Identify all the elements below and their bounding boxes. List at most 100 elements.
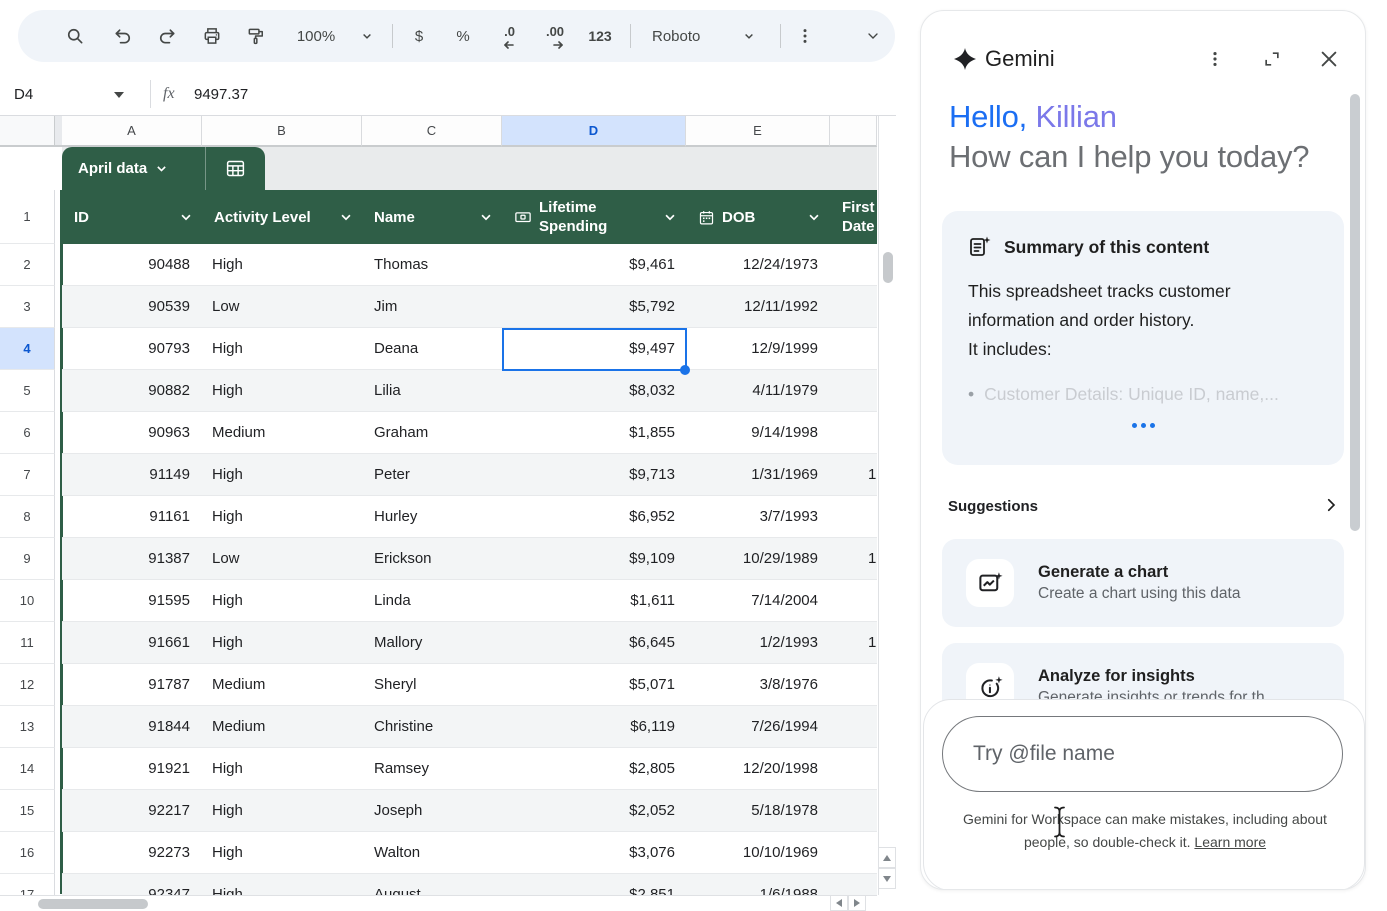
cell-spending[interactable]: $6,119 <box>502 706 686 748</box>
cell-activity[interactable]: High <box>202 328 362 370</box>
cell-dob[interactable]: 12/11/1992 <box>686 286 830 328</box>
cell-dob[interactable]: 4/11/1979 <box>686 370 830 412</box>
cell-dob[interactable]: 10/29/1989 <box>686 538 830 580</box>
search-icon[interactable] <box>64 10 86 62</box>
cell-activity[interactable]: High <box>202 454 362 496</box>
cell-activity[interactable]: High <box>202 244 362 286</box>
row-header-6[interactable]: 6 <box>0 412 55 454</box>
row-header-3[interactable]: 3 <box>0 286 55 328</box>
cell-name[interactable]: Lilia <box>362 370 502 412</box>
cell-name[interactable]: Graham <box>362 412 502 454</box>
table-tab-caret-icon[interactable] <box>155 162 168 175</box>
cell-id[interactable]: 91844 <box>62 706 202 748</box>
cell-first[interactable]: 1 <box>830 622 877 664</box>
cell-id[interactable]: 91921 <box>62 748 202 790</box>
paint-format-icon[interactable] <box>245 10 267 62</box>
suggestion-card-generate-a-chart[interactable]: Generate a chart Create a chart using thi… <box>942 539 1344 627</box>
cell-dob[interactable]: 10/10/1969 <box>686 832 830 874</box>
vertical-scrollbar-thumb[interactable] <box>883 252 893 283</box>
cell-id[interactable]: 90882 <box>62 370 202 412</box>
select-all-corner[interactable] <box>0 116 55 147</box>
row-header-14[interactable]: 14 <box>0 748 55 790</box>
cell-dob[interactable]: 3/8/1976 <box>686 664 830 706</box>
redo-icon[interactable] <box>156 10 178 62</box>
cell-dob[interactable]: 12/9/1999 <box>686 328 830 370</box>
row-header-10[interactable]: 10 <box>0 580 55 622</box>
decrease-decimal-button[interactable]: .0 <box>494 10 520 62</box>
cell-first[interactable] <box>830 874 877 895</box>
cell-first[interactable] <box>830 832 877 874</box>
cell-spending[interactable]: $6,952 <box>502 496 686 538</box>
number-format-button[interactable]: 123 <box>584 10 616 62</box>
cell-first[interactable] <box>830 244 877 286</box>
cell-activity[interactable]: High <box>202 874 362 895</box>
cell-id[interactable]: 91661 <box>62 622 202 664</box>
cell-spending[interactable]: $9,461 <box>502 244 686 286</box>
cell-id[interactable]: 92347 <box>62 874 202 895</box>
fill-handle[interactable] <box>680 365 690 375</box>
cell-activity[interactable]: High <box>202 496 362 538</box>
cell-id[interactable]: 91387 <box>62 538 202 580</box>
cell-first[interactable] <box>830 580 877 622</box>
cell-dob[interactable]: 1/6/1988 <box>686 874 830 895</box>
cell-activity[interactable]: High <box>202 370 362 412</box>
cell-dob[interactable]: 12/20/1998 <box>686 748 830 790</box>
cell-first[interactable] <box>830 286 877 328</box>
cell-name[interactable]: Hurley <box>362 496 502 538</box>
row-header-11[interactable]: 11 <box>0 622 55 664</box>
cell-id[interactable]: 90539 <box>62 286 202 328</box>
cell-activity[interactable]: High <box>202 748 362 790</box>
font-select[interactable]: Roboto <box>652 10 718 62</box>
cell-name[interactable]: Thomas <box>362 244 502 286</box>
cell-spending[interactable]: $3,076 <box>502 832 686 874</box>
cell-id[interactable]: 90963 <box>62 412 202 454</box>
zoom-caret-icon[interactable] <box>358 10 376 62</box>
table-column-header[interactable]: First Date <box>830 190 877 244</box>
cell-spending[interactable]: $2,805 <box>502 748 686 790</box>
cell-first[interactable] <box>830 412 877 454</box>
row-header-1[interactable]: 1 <box>0 190 55 244</box>
cell-dob[interactable]: 7/26/1994 <box>686 706 830 748</box>
table-column-header[interactable]: Activity Level <box>202 190 362 244</box>
zoom-select[interactable]: 100% <box>286 10 346 62</box>
name-box[interactable]: D4 <box>14 72 110 116</box>
column-filter-chevron-icon[interactable] <box>807 210 821 224</box>
column-filter-chevron-icon[interactable] <box>179 210 193 224</box>
cell-spending[interactable]: $1,855 <box>502 412 686 454</box>
cell-spending[interactable]: $2,052 <box>502 790 686 832</box>
row-header-13[interactable]: 13 <box>0 706 55 748</box>
summary-card[interactable]: Summary of this content This spreadsheet… <box>942 211 1344 465</box>
row-header-16[interactable]: 16 <box>0 832 55 874</box>
column-filter-chevron-icon[interactable] <box>339 210 353 224</box>
cell-dob[interactable]: 12/24/1973 <box>686 244 830 286</box>
cell-spending[interactable]: $8,032 <box>502 370 686 412</box>
gemini-prompt-input[interactable] <box>942 716 1343 792</box>
cell-id[interactable]: 91161 <box>62 496 202 538</box>
cell-id[interactable]: 90488 <box>62 244 202 286</box>
cell-name[interactable]: August <box>362 874 502 895</box>
cell-name[interactable]: Christine <box>362 706 502 748</box>
collapse-toolbar-icon[interactable] <box>860 10 886 62</box>
cell-name[interactable]: Walton <box>362 832 502 874</box>
row-header-9[interactable]: 9 <box>0 538 55 580</box>
column-header-clipped[interactable] <box>830 116 877 147</box>
cell-activity[interactable]: High <box>202 622 362 664</box>
cell-activity[interactable]: Low <box>202 538 362 580</box>
cell-activity[interactable]: Medium <box>202 664 362 706</box>
scroll-down-button[interactable] <box>878 868 896 889</box>
cell-name[interactable]: Ramsey <box>362 748 502 790</box>
gemini-more-icon[interactable] <box>1203 47 1227 71</box>
cell-dob[interactable]: 1/31/1969 <box>686 454 830 496</box>
suggestions-chevron-right-icon[interactable] <box>1322 496 1340 514</box>
format-percent-button[interactable]: % <box>452 10 474 62</box>
cell-spending[interactable]: $9,109 <box>502 538 686 580</box>
undo-icon[interactable] <box>112 10 134 62</box>
cell-spending[interactable]: $1,611 <box>502 580 686 622</box>
cell-name[interactable]: Jim <box>362 286 502 328</box>
cell-activity[interactable]: Low <box>202 286 362 328</box>
increase-decimal-button[interactable]: .00 <box>540 10 570 62</box>
cell-spending[interactable]: $5,071 <box>502 664 686 706</box>
cell-name[interactable]: Mallory <box>362 622 502 664</box>
cell-name[interactable]: Deana <box>362 328 502 370</box>
learn-more-link[interactable]: Learn more <box>1194 834 1266 850</box>
